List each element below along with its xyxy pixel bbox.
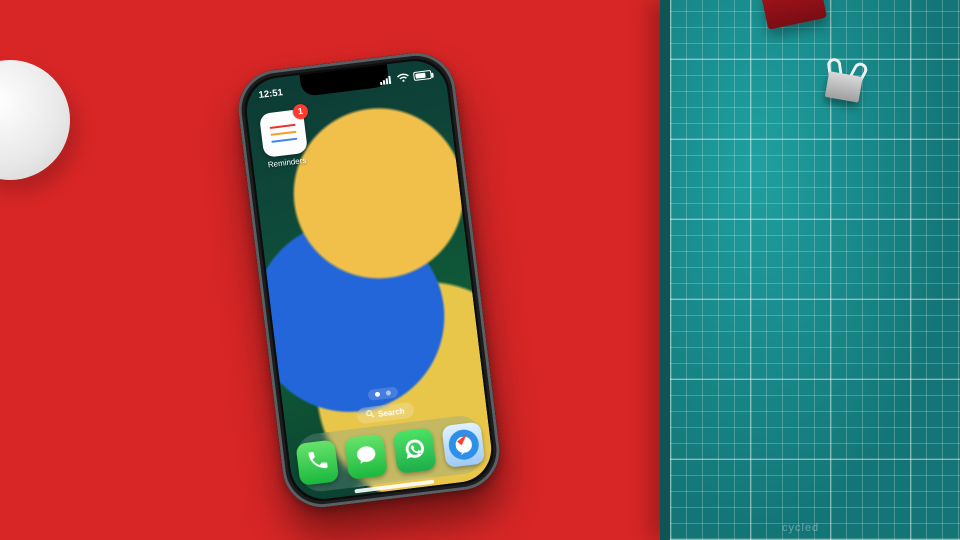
photo-scene: cycled 12:51 [0,0,960,540]
iphone-screen[interactable]: 12:51 1 Reminders [243,57,495,502]
status-indicators [379,69,432,84]
search-icon [366,409,375,420]
page-indicator[interactable] [367,386,398,401]
whatsapp-app[interactable] [393,427,437,473]
phone-icon [305,448,330,477]
binder-clip [817,56,873,104]
iphone-device: 12:51 1 Reminders [234,48,504,511]
safari-app[interactable] [441,422,485,468]
reminders-app-label: Reminders [267,156,306,170]
background-object [0,60,70,180]
search-label: Search [377,406,405,418]
status-time: 12:51 [258,87,283,101]
phone-app[interactable] [295,439,339,485]
notification-badge: 1 [292,103,309,120]
cellular-signal-icon [379,74,393,85]
battery-icon [413,69,432,80]
whatsapp-icon [402,436,427,465]
dock [294,414,486,494]
messages-icon [353,442,378,471]
cutting-mat: cycled [660,0,960,540]
spotlight-search[interactable]: Search [356,402,414,425]
cutting-mat-brand: cycled [782,522,819,534]
reminders-app[interactable]: 1 Reminders [259,109,309,170]
safari-icon [447,428,480,461]
messages-app[interactable] [344,433,388,479]
reminders-app-icon[interactable]: 1 [259,109,308,158]
wifi-icon [396,72,410,83]
